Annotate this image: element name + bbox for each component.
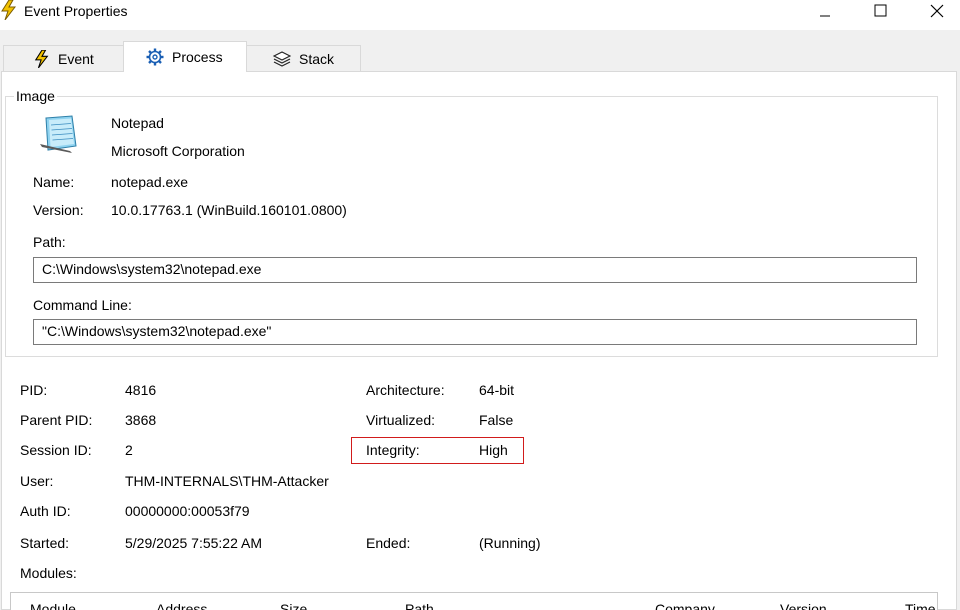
virtualized-label: Virtualized: [366, 412, 436, 428]
session-id-label: Session ID: [20, 442, 92, 458]
ended-value: (Running) [479, 535, 541, 551]
path-label: Path: [33, 234, 66, 250]
modules-table[interactable]: Module Address Size Path Company Version… [10, 592, 938, 610]
started-value: 5/29/2025 7:55:22 AM [125, 535, 262, 551]
stack-icon [273, 50, 291, 67]
minimize-icon [820, 15, 830, 17]
user-label: User: [20, 473, 54, 489]
company-name: Microsoft Corporation [111, 143, 245, 159]
version-label: Version: [33, 202, 84, 218]
close-icon [930, 4, 944, 18]
lightning-icon [0, 0, 18, 21]
user-value: THM-INTERNALS\THM-Attacker [125, 473, 329, 489]
pid-label: PID: [20, 382, 48, 398]
name-value: notepad.exe [111, 174, 189, 190]
path-field[interactable]: C:\Windows\system32\notepad.exe [33, 257, 917, 283]
auth-id-label: Auth ID: [20, 503, 71, 519]
version-value: 10.0.17763.1 (WinBuild.160101.0800) [111, 202, 347, 218]
auth-id-value: 00000000:00053f79 [125, 503, 250, 519]
parent-pid-value: 3868 [125, 412, 157, 428]
column-header-company[interactable]: Company [655, 601, 715, 610]
gear-icon [146, 48, 164, 66]
column-header-address[interactable]: Address [156, 601, 207, 610]
virtualized-value: False [479, 412, 514, 428]
command-line-field[interactable]: "C:\Windows\system32\notepad.exe" [33, 319, 917, 345]
tab-stack[interactable]: Stack [246, 45, 361, 71]
modules-label: Modules: [20, 565, 77, 581]
parent-pid-label: Parent PID: [20, 412, 93, 428]
architecture-value: 64-bit [479, 382, 515, 398]
column-header-time[interactable]: Time [905, 601, 936, 610]
column-header-size[interactable]: Size [280, 601, 307, 610]
pid-value: 4816 [125, 382, 157, 398]
column-header-module[interactable]: Module [30, 601, 76, 610]
lightning-icon [34, 49, 50, 68]
ended-label: Ended: [366, 535, 411, 551]
name-label: Name: [33, 174, 75, 190]
maximize-icon [874, 4, 887, 17]
integrity-value: High [479, 442, 508, 458]
close-button[interactable] [914, 0, 960, 22]
maximize-button[interactable] [858, 0, 904, 22]
window-title: Event Properties [24, 3, 128, 19]
image-group-label: Image [14, 88, 57, 104]
session-id-value: 2 [125, 442, 133, 458]
notepad-icon [38, 114, 80, 154]
started-label: Started: [20, 535, 70, 551]
tab-label: Event [58, 50, 94, 67]
tab-event[interactable]: Event [3, 45, 124, 71]
product-name: Notepad [111, 115, 164, 131]
tab-label: Stack [299, 50, 335, 67]
tab-label: Process [172, 49, 223, 65]
column-header-version[interactable]: Version [780, 601, 827, 610]
column-header-path[interactable]: Path [405, 601, 434, 610]
integrity-label: Integrity: [366, 442, 420, 458]
minimize-button[interactable] [802, 0, 848, 22]
architecture-label: Architecture: [366, 382, 445, 398]
tab-process[interactable]: Process [123, 41, 247, 72]
image-group-box [5, 96, 938, 357]
command-line-label: Command Line: [33, 297, 132, 313]
